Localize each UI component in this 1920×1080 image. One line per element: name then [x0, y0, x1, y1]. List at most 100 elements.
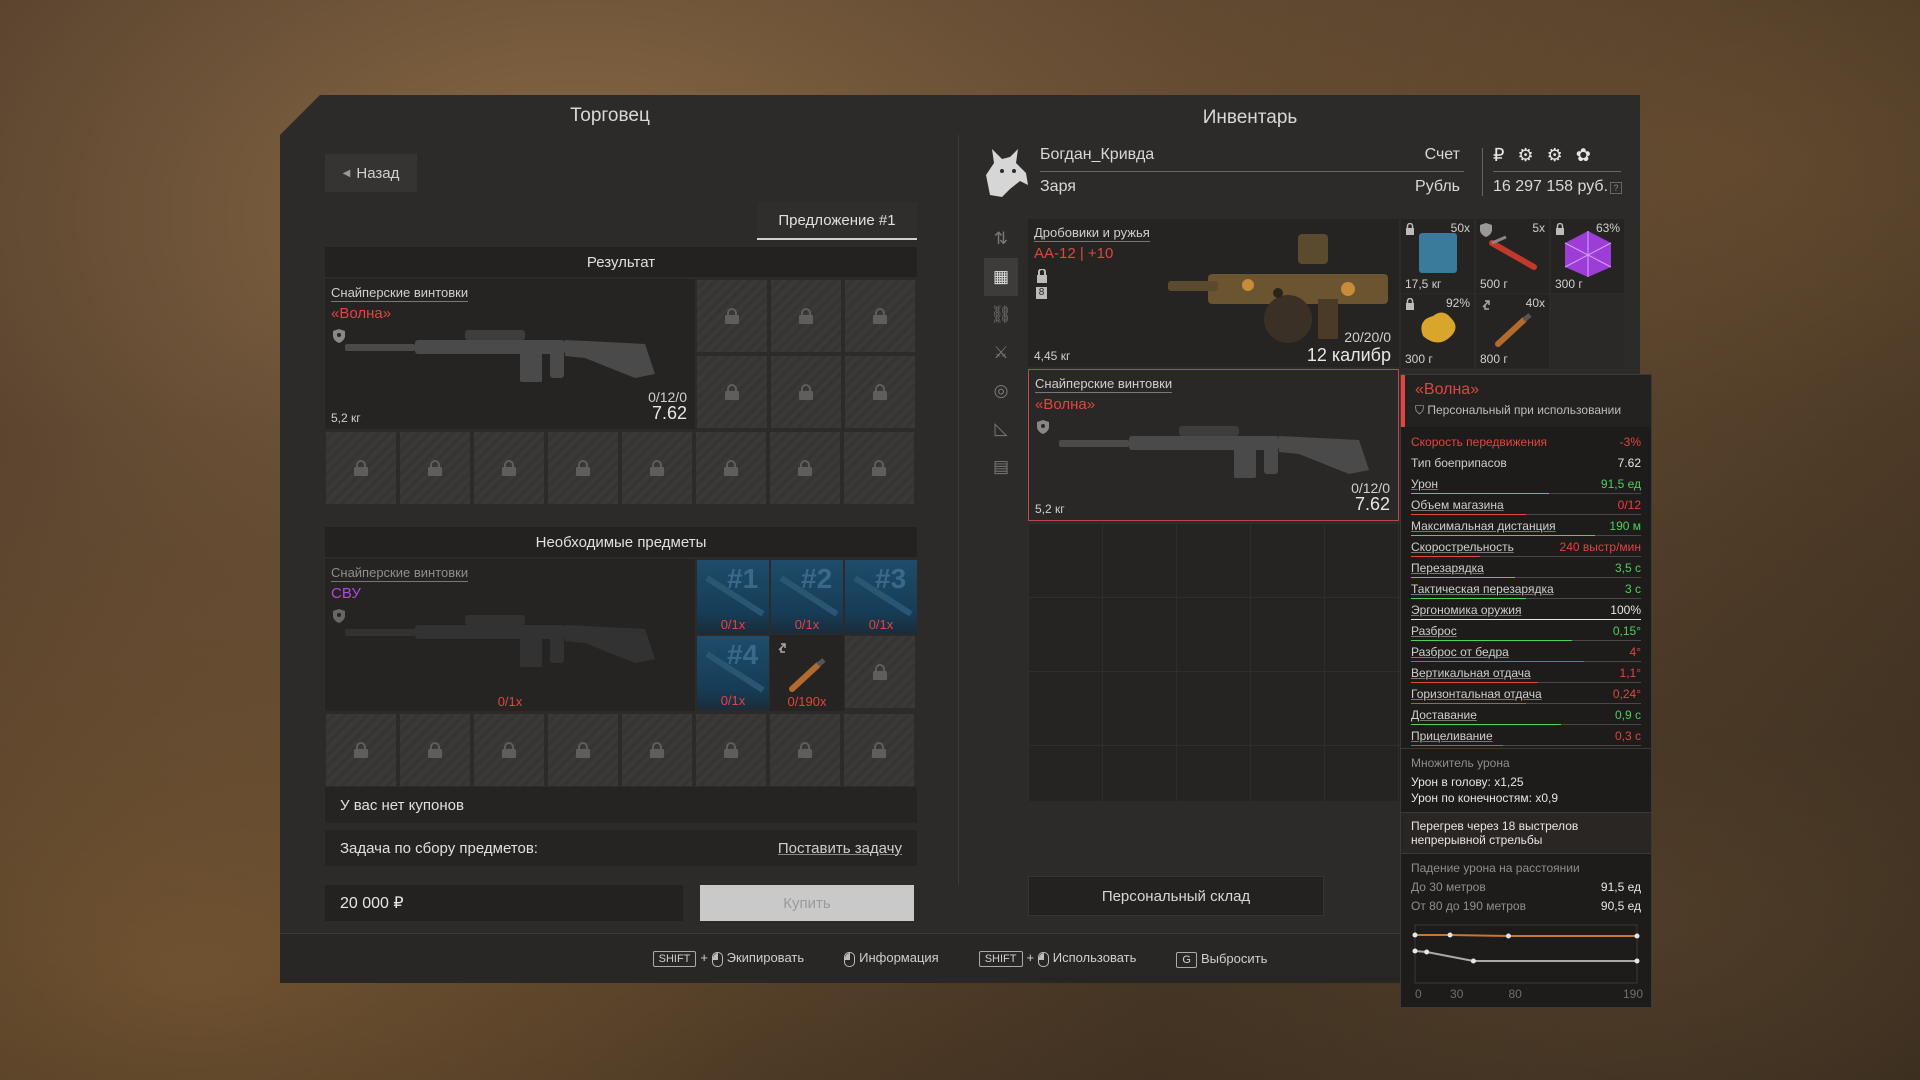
inventory-item-small[interactable]: 50x 17,5 кг — [1401, 219, 1474, 293]
inventory-item-small[interactable]: 5x 500 г — [1476, 219, 1549, 293]
stat-label: Максимальная дистанция — [1411, 519, 1556, 533]
tooltip-stats: Скорость передвижения -3% Тип боеприпасов 7… — [1401, 427, 1651, 748]
result-item-weight: 5,2 кг — [331, 411, 361, 425]
lock-icon — [798, 742, 812, 758]
falloff-value: 91,5 ед — [1600, 880, 1641, 894]
locked-slot — [769, 431, 841, 505]
lock-icon — [799, 384, 813, 400]
aa12-weight: 4,45 кг — [1034, 349, 1071, 363]
stat-row: Прицеливание 0,3 с — [1411, 725, 1641, 746]
slot-qty: 0/190x — [787, 694, 827, 709]
stat-value: 190 м — [1609, 519, 1641, 533]
lock-icon — [1037, 269, 1047, 283]
set-task-link[interactable]: Поставить задачу — [778, 840, 902, 857]
falloff-point — [1424, 949, 1430, 955]
help-icon[interactable]: ? — [1610, 182, 1622, 194]
required-slot-2[interactable]: #2 0/1x — [770, 559, 844, 635]
tab-offer-1[interactable]: Предложение #1 — [757, 202, 917, 240]
stat-label: Эргономика оружия — [1411, 603, 1522, 617]
chart-tick-label: 80 — [1508, 987, 1522, 1001]
lock-icon — [873, 664, 887, 680]
container-icon — [1419, 233, 1457, 273]
inventory-grid[interactable] — [1028, 523, 1400, 801]
stat-row: Тип боеприпасов 7.62 — [1411, 452, 1641, 473]
weapon-icon[interactable]: ⚔ — [984, 334, 1018, 372]
stat-value: 4° — [1629, 645, 1641, 659]
lock-icon — [502, 742, 516, 758]
grid-view-icon[interactable]: ▦ — [984, 258, 1018, 296]
stat-label: Тактическая перезарядка — [1411, 582, 1554, 596]
chart-tick-label: 190 — [1623, 987, 1643, 1001]
required-item-category: Снайперские винтовки — [331, 565, 469, 582]
buy-button[interactable]: Купить — [696, 885, 918, 921]
shield-icon — [333, 609, 345, 623]
lock-icon — [428, 742, 442, 758]
lock-icon — [873, 384, 887, 400]
locked-slot — [325, 431, 397, 505]
stat-value: 240 выстр/мин — [1559, 540, 1641, 554]
back-button[interactable]: ◀ Назад — [325, 154, 417, 192]
box-icon[interactable]: ▤ — [984, 448, 1018, 486]
currency-icons[interactable]: ₽ ⚙ ⚙ ✿ — [1493, 145, 1595, 166]
slot-qty: 0/1x — [868, 617, 894, 632]
result-item-card[interactable]: Снайперские винтовки «Волна» 0/12/0 7.62… — [325, 279, 695, 429]
tooltip-subtitle-text: Персональный при использовании — [1427, 403, 1622, 417]
required-item-card[interactable]: Снайперские винтовки СВУ 0/1x — [325, 559, 695, 711]
locked-slot — [843, 431, 915, 505]
link-icon[interactable]: ⛓ — [984, 296, 1018, 334]
account-label: Счет — [1424, 146, 1460, 163]
locked-slot — [695, 431, 767, 505]
stat-label: Доставание — [1411, 708, 1477, 722]
slot-qty: 0/1x — [720, 617, 746, 632]
stat-value: 0,3 с — [1614, 729, 1641, 743]
lock-icon — [576, 742, 590, 758]
stat-row: Урон 91,5 ед — [1411, 473, 1641, 494]
lock-icon — [576, 460, 590, 476]
ruler-icon[interactable]: ◺ — [984, 410, 1018, 448]
lock-icon — [725, 384, 739, 400]
inventory-empty-cell[interactable] — [1551, 294, 1624, 368]
chevron-left-icon: ◀ — [342, 167, 351, 179]
inventory-item-small[interactable]: 63% 300 г — [1551, 219, 1624, 293]
rifle-silhouette-icon — [779, 575, 839, 617]
armor-icon[interactable]: ◎ — [984, 372, 1018, 410]
falloff-label: До 30 метров — [1411, 880, 1486, 894]
lock-icon — [650, 742, 664, 758]
ammo-icon — [1495, 313, 1532, 347]
balance-value: 16 297 158 руб. — [1493, 178, 1609, 195]
locked-slot — [325, 713, 397, 787]
stat-label: Горизонтальная отдача — [1411, 687, 1542, 701]
mouse-left-icon — [711, 951, 723, 967]
required-slot-3[interactable]: #3 0/1x — [844, 559, 918, 635]
stat-value: 3,5 с — [1614, 561, 1641, 575]
inventory-item-small[interactable]: 40x 800 г — [1476, 294, 1549, 368]
stat-value: 1,1° — [1619, 666, 1641, 680]
panel-divider — [958, 135, 959, 885]
hint-info-label: Информация — [859, 950, 939, 966]
item-weight: 500 г — [1480, 277, 1508, 291]
chart-tick-label: 30 — [1450, 987, 1464, 1001]
hint-info: Информация — [844, 950, 939, 967]
item-count: 40x — [1525, 296, 1545, 310]
inventory-item-small[interactable]: 92% 300 г — [1401, 294, 1474, 368]
damage-multiplier-section: Множитель урона Урон в голову: x1,25 Уро… — [1401, 748, 1651, 812]
stat-bar-fill — [1411, 745, 1503, 746]
sort-icon[interactable]: ⇅ — [984, 220, 1018, 258]
inventory-item-aa12[interactable]: Дробовики и ружья АА-12 | +10 8 20/20/0 … — [1028, 219, 1399, 367]
locked-slot — [844, 635, 916, 709]
locked-slot — [399, 713, 471, 787]
stat-label: Разброс — [1411, 624, 1457, 638]
inventory-item-volna[interactable]: Снайперские винтовки «Волна» 0/12/0 7.62… — [1028, 369, 1399, 521]
required-slot-4[interactable]: #4 0/1x — [696, 635, 770, 711]
stat-label: Скорость передвижения — [1411, 435, 1548, 449]
hint-drop: G Выбросить — [1176, 951, 1267, 968]
required-slot-ammo[interactable]: 0/190x — [770, 635, 844, 711]
aa12-category: Дробовики и ружья — [1034, 225, 1150, 242]
locked-slot — [547, 713, 619, 787]
shield-icon — [1037, 420, 1049, 434]
tooltip-subtitle: ⛉ Персональный при использовании — [1415, 403, 1641, 418]
required-slot-1[interactable]: #1 0/1x — [696, 559, 770, 635]
result-item-category: Снайперские винтовки — [331, 285, 469, 302]
lock-icon — [428, 460, 442, 476]
personal-stash-button[interactable]: Персональный склад — [1028, 876, 1324, 916]
